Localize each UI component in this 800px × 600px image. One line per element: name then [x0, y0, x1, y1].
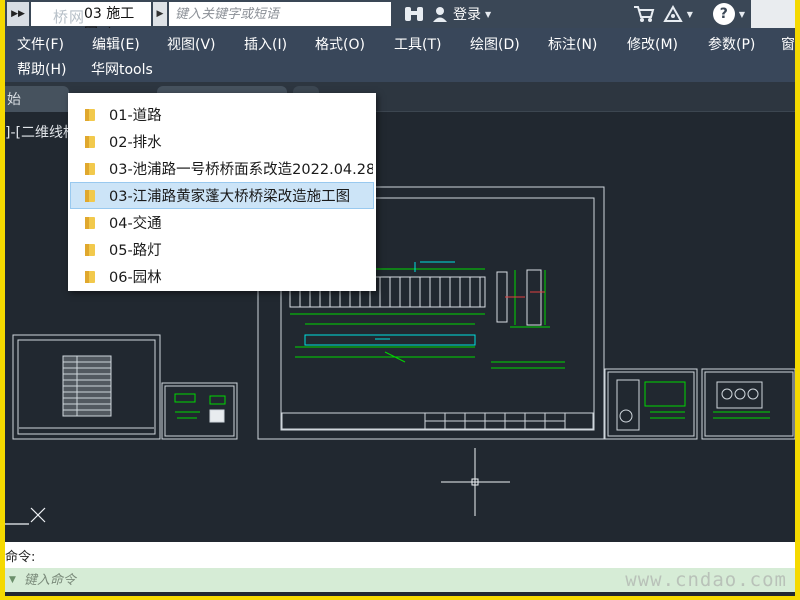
tab-start[interactable]: 始 [5, 86, 69, 112]
menu-dimension[interactable]: 标注(N) [548, 34, 597, 54]
folder-item-label: 02-排水 [109, 135, 162, 151]
railing-red-marks [505, 291, 545, 298]
right-sheet-1 [604, 368, 698, 440]
chevron-down-icon[interactable]: ▼ [9, 575, 16, 585]
chevron-right-icon[interactable]: ▶ [153, 2, 167, 26]
folder-icon [83, 108, 97, 122]
tab-start-label: 始 [7, 92, 21, 108]
app-logo: 桥网 [53, 8, 86, 26]
small-sheet [161, 382, 238, 440]
menu-insert[interactable]: 插入(I) [244, 34, 287, 54]
folder-icon [83, 216, 97, 230]
folder-item-label: 03-江浦路黄家蓬大桥桥梁改造施工图 [109, 189, 351, 205]
folder-item[interactable]: 06-园林 [70, 263, 374, 290]
folder-item[interactable]: 05-路灯 [70, 236, 374, 263]
chevron-down-icon[interactable]: ▼ [739, 10, 745, 19]
search-box[interactable] [169, 2, 391, 26]
left-sheet [12, 334, 161, 440]
folder-icon [83, 135, 97, 149]
crosshair-cursor [441, 448, 510, 516]
folder-item-label: 05-路灯 [109, 243, 162, 259]
folder-icon [83, 270, 97, 284]
document-title-tab[interactable]: 桥网 03 施工图.dwg [31, 2, 151, 42]
folder-item-label: 03-池浦路一号桥桥面系改造2022.04.28 [109, 162, 374, 178]
menu-view[interactable]: 视图(V) [167, 34, 216, 54]
command-history: 命令: [5, 542, 795, 568]
folder-item-label: 01-道路 [109, 108, 162, 124]
help-icon[interactable]: ? [712, 3, 735, 25]
watermark: www.cndao.com [625, 569, 787, 591]
menu-huawang-tools[interactable]: 华网tools [91, 59, 153, 79]
right-sheet-2-green [713, 411, 770, 419]
folder-item-label: 04-交通 [109, 216, 162, 232]
chevron-down-icon[interactable]: ▼ [485, 10, 491, 19]
folder-item-label: 06-园林 [109, 270, 162, 286]
folder-item[interactable]: 03-池浦路一号桥桥面系改造2022.04.28 [70, 155, 374, 182]
ucs-icon [5, 507, 46, 525]
quick-access-expand-icon[interactable]: ▶▶ [7, 2, 29, 26]
folder-icon [83, 189, 97, 203]
command-input[interactable] [23, 572, 424, 588]
folder-item[interactable]: 01-道路 [70, 101, 374, 128]
menu-file[interactable]: 文件(F) [17, 34, 64, 54]
cad-window: ▶▶ 桥网 03 施工图.dwg ▶ 登录 ▼ [5, 0, 795, 596]
right-sheet-1-green [644, 381, 686, 419]
folder-dropdown: 01-道路 02-排水 03-池浦路一号桥桥面系改造2022.04.28 03-… [68, 93, 376, 291]
menu-edit[interactable]: 编辑(E) [92, 34, 140, 54]
menu-format[interactable]: 格式(O) [315, 34, 365, 54]
user-icon[interactable] [431, 5, 449, 23]
menu-draw[interactable]: 绘图(D) [470, 34, 520, 54]
folder-item[interactable]: 04-交通 [70, 209, 374, 236]
binoculars-icon[interactable] [403, 5, 425, 23]
folder-icon [83, 162, 97, 176]
right-sheet-2 [701, 368, 795, 440]
menu-help[interactable]: 帮助(H) [17, 59, 66, 79]
folder-icon [83, 243, 97, 257]
menu-modify[interactable]: 修改(M) [627, 34, 678, 54]
folder-item[interactable]: 02-排水 [70, 128, 374, 155]
menu-parametric[interactable]: 参数(P) [708, 34, 755, 54]
folder-item-selected[interactable]: 03-江浦路黄家蓬大桥桥梁改造施工图 [70, 182, 374, 209]
menu-bar: 文件(F) 编辑(E) 视图(V) 插入(I) 格式(O) 工具(T) 绘图(D… [5, 28, 795, 82]
search-input[interactable] [175, 6, 391, 22]
menu-tools[interactable]: 工具(T) [394, 34, 441, 54]
window-control-button[interactable] [751, 0, 795, 28]
login-link[interactable]: 登录 [453, 4, 481, 24]
menu-window[interactable]: 窗 [781, 34, 795, 54]
chevron-down-icon[interactable]: ▼ [687, 10, 693, 19]
triangle-network-icon[interactable] [662, 5, 683, 23]
title-bar: ▶▶ 桥网 03 施工图.dwg ▶ 登录 ▼ [5, 0, 795, 42]
command-history-text: 命令: [5, 550, 36, 565]
cart-icon[interactable] [633, 5, 655, 23]
